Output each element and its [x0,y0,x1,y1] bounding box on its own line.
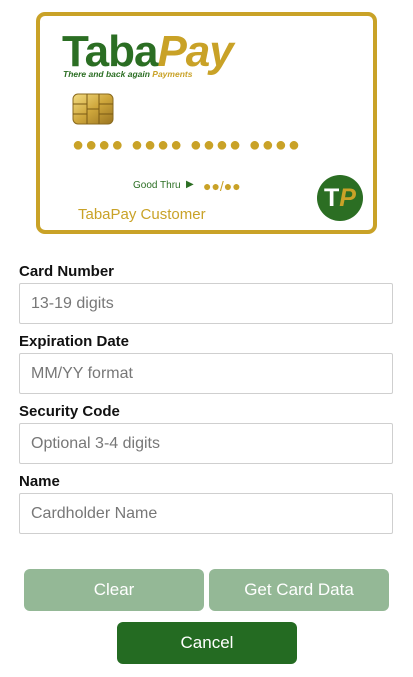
card-chip-icon [72,93,114,125]
clear-button[interactable]: Clear [24,569,204,611]
cardholder-name-input[interactable] [19,493,393,534]
badge-t: T [324,184,340,212]
tp-badge-icon: TP [317,175,363,221]
tagline-text: There and back again [63,69,153,79]
cancel-button[interactable]: Cancel [117,622,297,664]
expiry-mask: ●●/●● [203,178,241,194]
card-number-mask: ●●●● ●●●● ●●●● ●●●● [72,134,301,156]
expiration-date-label: Expiration Date [19,333,130,350]
card-preview: TabaPay There and back again Payments ●●… [36,12,377,234]
good-thru-label: Good Thru [133,180,181,191]
get-card-data-button[interactable]: Get Card Data [209,569,389,611]
logo-tagline: There and back again Payments [63,69,192,79]
card-number-label: Card Number [19,263,115,280]
cardholder-name-preview: TabaPay Customer [78,206,206,223]
tagline-payments: Payments [152,69,193,79]
name-label: Name [19,473,60,490]
card-number-input[interactable] [19,283,393,324]
badge-p: P [339,184,356,212]
security-code-label: Security Code [19,403,120,420]
security-code-input[interactable] [19,423,393,464]
expiration-date-input[interactable] [19,353,393,394]
triangle-right-icon: ▶ [186,179,194,190]
